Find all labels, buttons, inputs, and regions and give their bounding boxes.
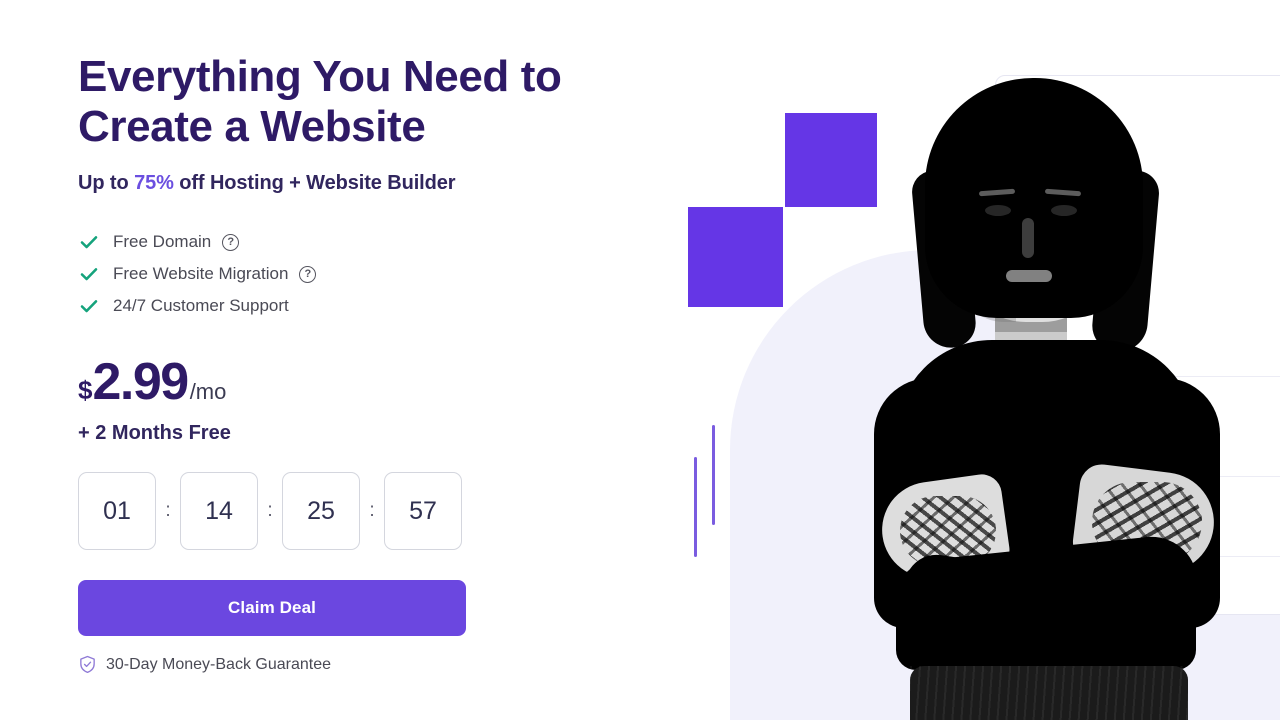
guarantee-label: 30-Day Money-Back Guarantee [106, 655, 331, 673]
hero-content: Everything You Need to Create a Website … [78, 52, 618, 674]
price-period: /mo [189, 379, 227, 404]
countdown-minutes: 25 [282, 472, 360, 550]
claim-deal-button[interactable]: Claim Deal [78, 580, 466, 636]
help-icon[interactable]: ? [299, 265, 317, 283]
check-icon [78, 263, 100, 285]
countdown-seconds: 57 [384, 472, 462, 550]
page-title: Everything You Need to Create a Website [78, 52, 618, 152]
countdown-timer: 01 : 14 : 25 : 57 [78, 472, 618, 550]
countdown-separator: : [369, 500, 375, 521]
discount-percent: 75% [134, 172, 174, 194]
countdown-separator: : [267, 500, 273, 521]
purple-square-bottom [688, 207, 783, 307]
feature-label: 24/7 Customer Support [113, 296, 289, 315]
price-bonus: + 2 Months Free [78, 422, 231, 444]
purple-vertical-line-right [712, 425, 715, 525]
purple-vertical-line-left [694, 457, 697, 557]
help-icon[interactable]: ? [222, 233, 240, 251]
feature-label: Free Website Migration [113, 264, 289, 283]
hero-visual [640, 0, 1280, 720]
feature-label: Free Domain [113, 232, 212, 251]
countdown-days: 01 [78, 472, 156, 550]
headline-line-1: Everything You Need to [78, 52, 562, 101]
promo-hero: Everything You Need to Create a Website … [0, 0, 1280, 720]
headline-line-2: Create a Website [78, 102, 426, 151]
money-back-guarantee: 30-Day Money-Back Guarantee [78, 655, 618, 674]
subheadline-suffix: off Hosting + Website Builder [173, 172, 456, 194]
check-icon [78, 231, 100, 253]
check-icon [78, 295, 100, 317]
portrait-photo [840, 78, 1260, 720]
shield-check-icon [78, 655, 97, 674]
subheadline: Up to 75% off Hosting + Website Builder [78, 172, 618, 195]
countdown-separator: : [165, 500, 171, 521]
price-display: $ 2.99 /mo [78, 356, 618, 408]
price-currency: $ [78, 375, 93, 405]
countdown-hours: 14 [180, 472, 258, 550]
list-item: Free Domain ? [78, 226, 618, 258]
subheadline-prefix: Up to [78, 172, 135, 194]
price-amount: 2.99 [92, 353, 189, 411]
feature-list: Free Domain ? Free Website Migration ? 2… [78, 226, 618, 322]
list-item: 24/7 Customer Support [78, 290, 618, 322]
list-item: Free Website Migration ? [78, 258, 618, 290]
